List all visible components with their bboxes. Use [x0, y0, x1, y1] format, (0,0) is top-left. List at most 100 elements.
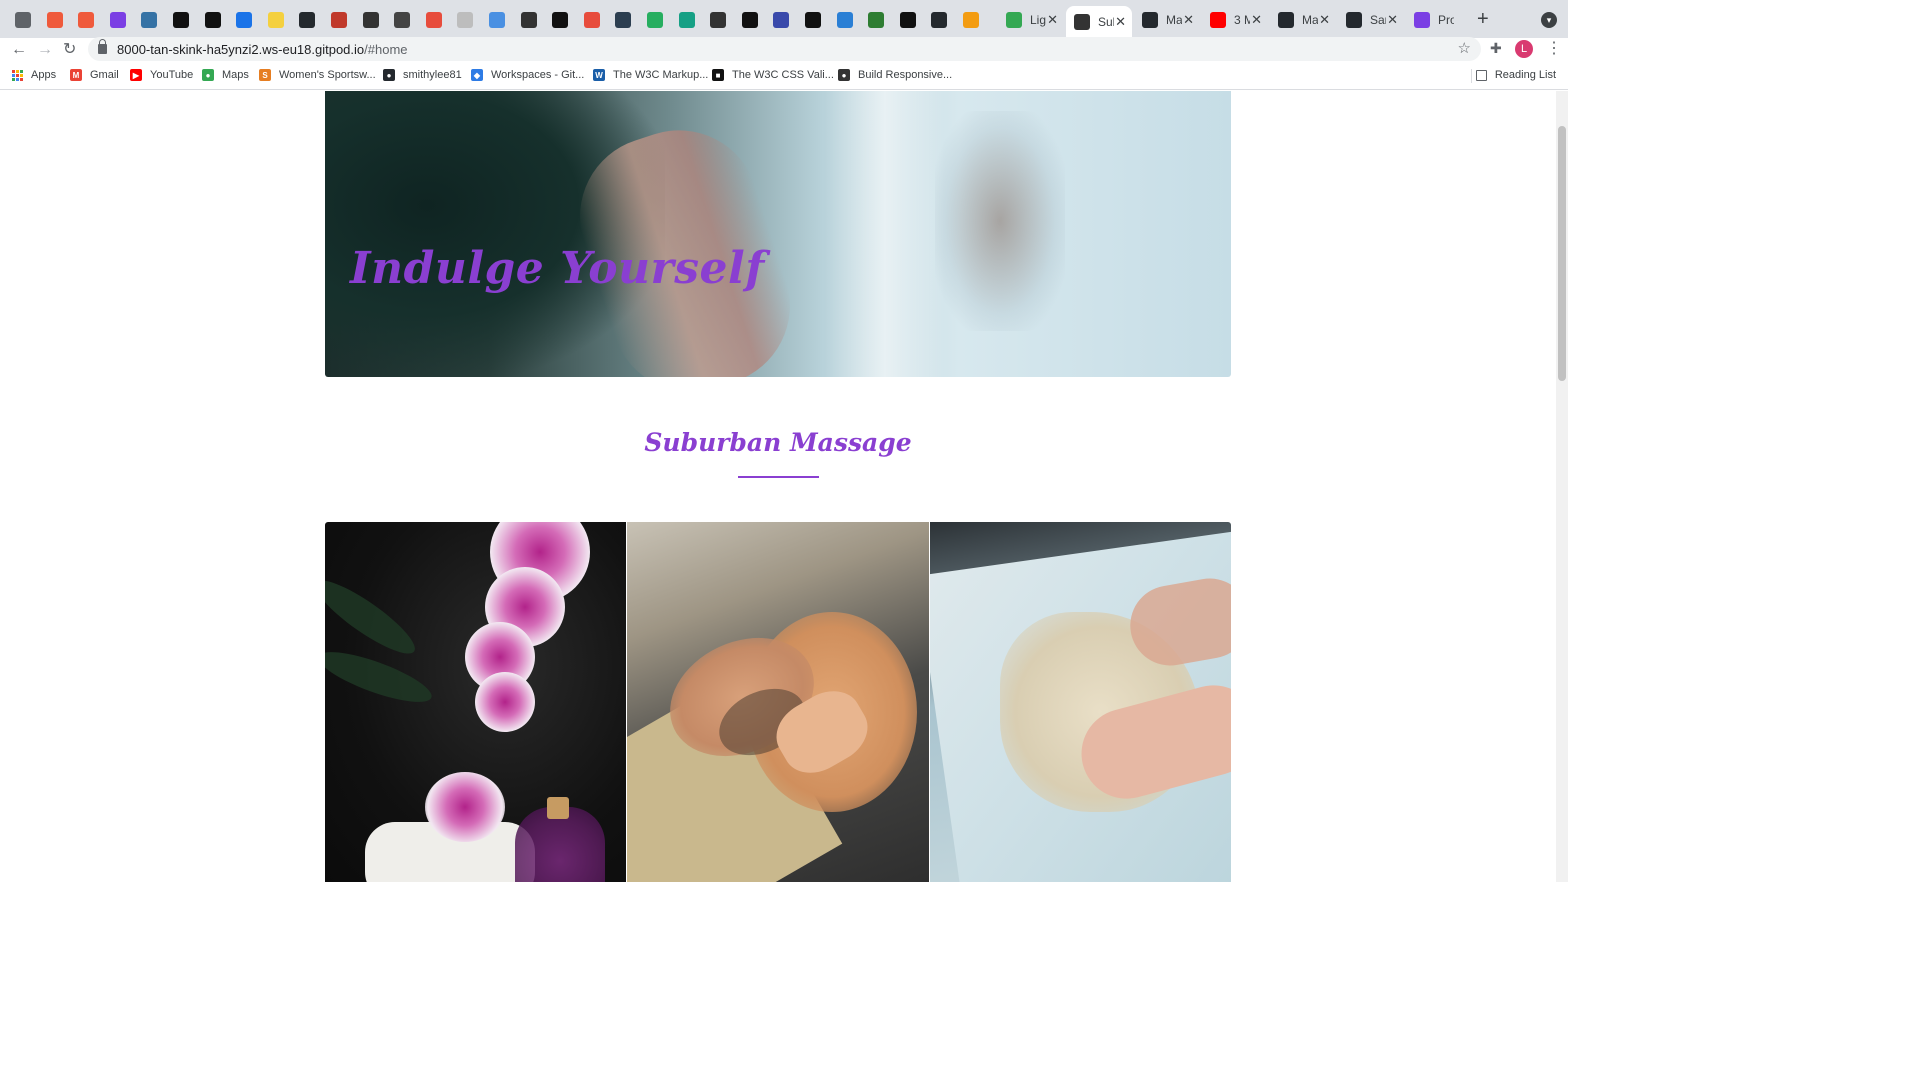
code-icon: [1006, 12, 1022, 28]
extensions-puzzle-icon[interactable]: ✚: [1490, 40, 1502, 57]
browser-tab[interactable]: [14, 6, 32, 34]
browser-tab[interactable]: [77, 6, 95, 34]
github-icon: [1278, 12, 1294, 28]
image-icon: [457, 12, 474, 28]
bookmark-item[interactable]: ● smithylee81: [383, 69, 462, 81]
tab-close-icon[interactable]: ✕: [1251, 12, 1262, 28]
browser-tab[interactable]: [772, 6, 790, 34]
gitpod-icon: ◆: [471, 69, 483, 81]
tab-title: Project: [1438, 13, 1454, 27]
bookmark-label: Gmail: [90, 69, 119, 81]
bookmark-item[interactable]: S Women's Sportsw...: [259, 69, 376, 81]
unsplash-icon: [173, 12, 189, 28]
cloud-icon: [362, 12, 379, 28]
globe-icon: ●: [838, 69, 850, 81]
reload-icon[interactable]: ↻: [63, 40, 76, 60]
tab-close-icon[interactable]: ✕: [1387, 12, 1398, 28]
youtube-icon: ▶: [130, 69, 142, 81]
browser-tab[interactable]: [709, 6, 727, 34]
browser-tab[interactable]: [962, 6, 980, 34]
bookmark-label: The W3C Markup...: [613, 69, 709, 81]
tab-title: Ma: [1166, 13, 1182, 27]
bookmark-label: Build Responsive...: [858, 69, 953, 81]
tab-close-icon[interactable]: ✕: [1115, 14, 1126, 30]
browser-tab[interactable]: [836, 6, 854, 34]
browser-tab[interactable]: [393, 6, 411, 34]
browser-tab[interactable]: [930, 6, 948, 34]
leaf-shape: [325, 642, 437, 712]
bookmark-item[interactable]: ● Build Responsive...: [838, 69, 952, 81]
browser-tab[interactable]: [741, 6, 759, 34]
address-bar[interactable]: 8000-tan-skink-ha5ynzi2.ws-eu18.gitpod.i…: [88, 37, 1481, 61]
page-viewport: Indulge Yourself Suburban Massage: [0, 91, 1556, 882]
browser-tab[interactable]: Project: [1406, 6, 1472, 34]
browser-tab[interactable]: [298, 6, 316, 34]
puzzle-icon: [615, 12, 632, 28]
profile-avatar[interactable]: L: [1515, 40, 1533, 58]
tab-search-icon[interactable]: ▾: [1541, 12, 1557, 28]
forward-arrow-icon[interactable]: →: [37, 40, 53, 60]
browser-tab[interactable]: [235, 6, 253, 34]
g-logo-icon: [963, 12, 979, 28]
tab-title: Ma: [1302, 13, 1318, 27]
tab-close-icon[interactable]: ✕: [1319, 12, 1330, 28]
bookmark-item[interactable]: Apps: [12, 69, 56, 81]
browser-tab[interactable]: Ma ✕: [1134, 6, 1200, 34]
gallery-image-massage: [627, 522, 929, 882]
browser-tab-active[interactable]: Sul ✕: [1066, 6, 1132, 38]
vscode-icon: [836, 12, 853, 28]
back-arrow-icon[interactable]: ←: [11, 40, 27, 60]
bookmark-item[interactable]: ◆ Workspaces - Git...: [471, 69, 584, 81]
bookmark-item[interactable]: ▶ YouTube: [130, 69, 193, 81]
browser-tab[interactable]: [109, 6, 127, 34]
browser-tab[interactable]: [488, 6, 506, 34]
browser-tab[interactable]: Lig ✕: [998, 6, 1064, 34]
lock-icon[interactable]: [98, 39, 107, 54]
gallery-image-orchids: [325, 522, 626, 882]
browser-tab[interactable]: Ma ✕: [1270, 6, 1336, 34]
browser-tab[interactable]: [456, 6, 474, 34]
bookmark-item[interactable]: ■ The W3C CSS Vali...: [712, 69, 834, 81]
reading-list-button[interactable]: Reading List: [1475, 69, 1556, 81]
page-scrollbar[interactable]: [1556, 91, 1568, 882]
scrollbar-thumb[interactable]: [1558, 126, 1566, 381]
url-text[interactable]: 8000-tan-skink-ha5ynzi2.ws-eu18.gitpod.i…: [117, 42, 408, 57]
browser-tab[interactable]: [46, 6, 64, 34]
bookmark-item[interactable]: W The W3C Markup...: [593, 69, 708, 81]
browser-tab[interactable]: [204, 6, 222, 34]
reading-list-label: Reading List: [1494, 69, 1556, 81]
w-logo-icon: [868, 12, 885, 28]
browser-tab[interactable]: 3 M ✕: [1202, 6, 1268, 34]
apps-icon: [12, 69, 23, 81]
browser-tab[interactable]: [140, 6, 158, 34]
bookmark-star-icon[interactable]: ☆: [1458, 39, 1471, 57]
tab-close-icon[interactable]: ✕: [1047, 12, 1058, 28]
browser-tab[interactable]: [330, 6, 348, 34]
browser-tab[interactable]: [646, 6, 664, 34]
github-icon: [299, 12, 316, 28]
browser-tab[interactable]: Sar✕: [1338, 6, 1404, 34]
browser-menu-icon[interactable]: ⋮: [1546, 40, 1562, 58]
browser-tab[interactable]: [362, 6, 380, 34]
browser-tab[interactable]: [614, 6, 632, 34]
browser-tab[interactable]: [267, 6, 285, 34]
css-validator-icon: ■: [712, 69, 724, 81]
section-title-underline: [738, 476, 819, 478]
hero-banner: Indulge Yourself: [325, 91, 1231, 377]
browser-tab[interactable]: [899, 6, 917, 34]
bookmark-label: The W3C CSS Vali...: [732, 69, 834, 81]
browser-tab[interactable]: [804, 6, 822, 34]
bookmark-item[interactable]: ● Maps: [202, 69, 249, 81]
browser-tab[interactable]: [583, 6, 601, 34]
browser-tab[interactable]: [867, 6, 885, 34]
browser-tab[interactable]: [425, 6, 443, 34]
browser-tab[interactable]: [678, 6, 696, 34]
browser-tab[interactable]: [520, 6, 538, 34]
t-logo-icon: [394, 12, 411, 28]
tab-close-icon[interactable]: ✕: [1183, 12, 1194, 28]
bookmark-item[interactable]: M Gmail: [70, 69, 119, 81]
browser-tab[interactable]: [551, 6, 569, 34]
browser-tab[interactable]: [172, 6, 190, 34]
s-logo-icon: S: [259, 69, 271, 81]
new-tab-button[interactable]: +: [1477, 9, 1489, 29]
